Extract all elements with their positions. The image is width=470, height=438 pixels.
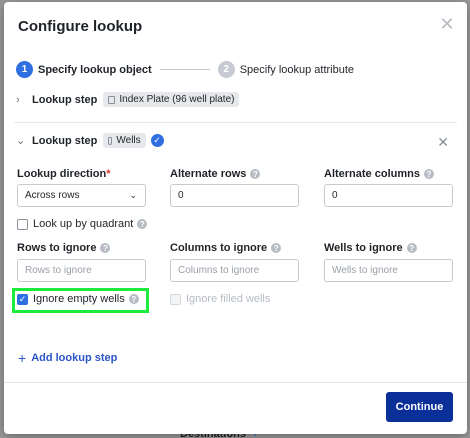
help-icon: ? [406,243,417,253]
columns-to-ignore-input[interactable]: Columns to ignore [170,259,299,282]
checkbox[interactable]: ✓ [17,293,28,305]
add-lookup-step-button[interactable]: + Add lookup step [18,350,117,366]
wells-to-ignore-label: Wells to ignore? [324,242,417,254]
help-icon: ? [128,294,139,304]
help-icon: ? [250,169,261,179]
plate-icon [108,95,116,104]
stepper: 1 Specify lookup object 2 Specify lookup… [16,61,354,78]
rows-to-ignore-label: Rows to ignore? [17,242,111,254]
continue-button[interactable]: Continue [386,392,453,422]
step-1-label: Specify lookup object [38,63,152,76]
lookup-object-chip: Index Plate (96 well plate) [103,92,240,107]
ignore-filled-wells-checkbox: Ignore filled wells [170,293,270,305]
step-connector [159,69,210,70]
step-1-number: 1 [16,61,33,78]
plus-icon: + [18,350,27,366]
rows-to-ignore-input[interactable]: Rows to ignore [17,259,146,282]
checkbox [170,293,181,305]
modal-header: Configure lookup ✕ [4,2,467,50]
columns-to-ignore-label: Columns to ignore? [170,242,282,254]
help-icon: ? [100,243,111,253]
lookup-direction-label: Lookup direction * [17,168,111,180]
lookup-step-label: Lookup step [32,134,98,147]
configure-lookup-modal: Configure lookup ✕ 1 Specify lookup obje… [4,2,467,434]
check-circle-icon: ✓ [150,134,164,147]
lookup-step-label: Lookup step [32,93,98,106]
help-icon: ? [271,243,282,253]
step-2-label: Specify lookup attribute [239,63,355,76]
alternate-rows-label: Alternate rows? [170,168,261,180]
lookup-step-1[interactable]: › Lookup step Index Plate (96 well plate… [16,92,240,107]
ignore-empty-wells-checkbox[interactable]: ✓ Ignore empty wells ? [17,293,139,305]
chevron-right-icon[interactable]: › [16,94,28,106]
help-icon: ? [137,219,148,229]
lookup-object-chip: Wells [103,133,146,148]
chevron-down-icon[interactable]: ⌄ [16,134,28,147]
help-icon: ? [423,169,434,179]
alternate-columns-label: Alternate columns? [324,168,434,180]
chevron-down-icon: ⌄ [129,190,137,200]
remove-step-icon[interactable]: ✕ [437,134,449,151]
close-icon[interactable]: ✕ [439,15,455,33]
step-2-number: 2 [217,61,235,78]
alternate-columns-input[interactable]: 0 [324,184,453,207]
look-up-by-quadrant-checkbox[interactable]: Look up by quadrant ? [17,218,148,230]
wells-to-ignore-input[interactable]: Wells to ignore [324,259,453,282]
alternate-rows-input[interactable]: 0 [170,184,299,207]
divider [14,122,457,123]
lookup-step-2[interactable]: ⌄ Lookup step Wells ✓ [16,133,164,148]
checkbox[interactable] [17,218,28,230]
tube-icon [108,136,113,145]
lookup-direction-select[interactable]: Across rows ⌄ [17,184,146,207]
modal-title: Configure lookup [18,18,143,35]
footer-divider [4,382,467,383]
